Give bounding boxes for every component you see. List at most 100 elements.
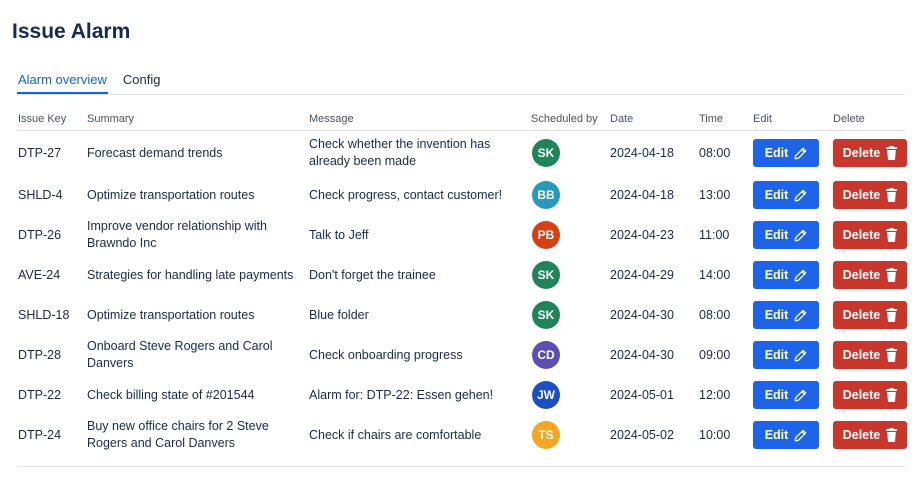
issue-key-cell[interactable]: DTP-27 [17, 131, 86, 176]
edit-button[interactable]: Edit [753, 139, 819, 167]
date-cell: 2024-05-01 [610, 387, 674, 402]
time-cell: 12:00 [699, 387, 731, 402]
edit-cell: Edit [752, 131, 832, 176]
table-bottom-divider [17, 466, 905, 467]
message-cell: Check whether the invention has already … [309, 137, 491, 168]
tab-bar: Alarm overview Config [17, 70, 905, 95]
alarm-table: Issue Key Summary Message Scheduled by D… [17, 108, 907, 455]
table-header-row: Issue Key Summary Message Scheduled by D… [17, 108, 905, 131]
avatar[interactable]: SK [532, 139, 560, 167]
header-edit: Edit [752, 108, 832, 131]
header-scheduled-by[interactable]: Scheduled by [530, 108, 609, 131]
delete-button[interactable]: Delete [833, 221, 907, 249]
edit-cell: Edit [752, 295, 832, 335]
pencil-icon [794, 389, 807, 401]
edit-button-label: Edit [764, 348, 789, 362]
issue-key-cell[interactable]: DTP-28 [17, 335, 86, 375]
delete-cell: Delete [832, 375, 907, 415]
trash-icon [886, 228, 898, 242]
delete-button-label: Delete [842, 348, 881, 362]
message-cell: Check onboarding progress [309, 347, 463, 362]
delete-button-label: Delete [842, 268, 881, 282]
page-title: Issue Alarm [12, 20, 131, 43]
delete-button[interactable]: Delete [833, 381, 907, 409]
delete-cell: Delete [832, 295, 907, 335]
table-row: DTP-28 Onboard Steve Rogers and Carol Da… [17, 335, 907, 375]
delete-button-label: Delete [842, 428, 881, 442]
edit-button[interactable]: Edit [753, 381, 819, 409]
header-time[interactable]: Time [698, 108, 752, 131]
header-message[interactable]: Message [308, 108, 530, 131]
avatar[interactable]: TS [532, 421, 560, 449]
summary-cell: Optimize transportation routes [87, 307, 255, 322]
scheduled-by-cell: BB [530, 175, 609, 215]
delete-cell: Delete [832, 175, 907, 215]
header-issue-key[interactable]: Issue Key [17, 108, 86, 131]
delete-button-label: Delete [842, 146, 881, 160]
delete-cell: Delete [832, 415, 907, 455]
issue-key-cell[interactable]: SHLD-4 [17, 175, 86, 215]
summary-cell: Improve vendor relationship with Brawndo… [87, 219, 267, 250]
edit-button[interactable]: Edit [753, 421, 819, 449]
pencil-icon [794, 269, 807, 281]
avatar[interactable]: SK [532, 261, 560, 289]
edit-button[interactable]: Edit [753, 341, 819, 369]
edit-button[interactable]: Edit [753, 301, 819, 329]
edit-button-label: Edit [764, 428, 789, 442]
table-row: SHLD-18 Optimize transportation routes B… [17, 295, 907, 335]
table-row: AVE-24 Strategies for handling late paym… [17, 255, 907, 295]
header-delete: Delete [832, 108, 905, 131]
time-cell: 11:00 [699, 227, 730, 242]
delete-button-label: Delete [842, 308, 881, 322]
edit-cell: Edit [752, 175, 832, 215]
date-cell: 2024-05-02 [610, 427, 674, 442]
edit-cell: Edit [752, 375, 832, 415]
scheduled-by-cell: SK [530, 255, 609, 295]
delete-button[interactable]: Delete [833, 341, 907, 369]
issue-key-cell[interactable]: AVE-24 [17, 255, 86, 295]
message-cell: Check progress, contact customer! [309, 187, 503, 202]
delete-button-label: Delete [842, 228, 881, 242]
delete-button[interactable]: Delete [833, 139, 907, 167]
edit-button[interactable]: Edit [753, 181, 819, 209]
time-cell: 08:00 [699, 145, 731, 160]
time-cell: 13:00 [699, 187, 731, 202]
header-summary[interactable]: Summary [86, 108, 308, 131]
time-cell: 08:00 [699, 307, 731, 322]
avatar[interactable]: PB [532, 221, 560, 249]
delete-cell: Delete [832, 335, 907, 375]
date-cell: 2024-04-23 [610, 227, 674, 242]
issue-key-cell[interactable]: DTP-22 [17, 375, 86, 415]
tab-alarm-overview[interactable]: Alarm overview [17, 70, 108, 94]
issue-key-cell[interactable]: DTP-24 [17, 415, 86, 455]
edit-cell: Edit [752, 215, 832, 255]
delete-button[interactable]: Delete [833, 301, 907, 329]
delete-button-label: Delete [842, 188, 881, 202]
edit-button[interactable]: Edit [753, 221, 819, 249]
edit-button-label: Edit [764, 388, 789, 402]
tab-config[interactable]: Config [122, 70, 162, 91]
time-cell: 09:00 [699, 347, 731, 362]
avatar[interactable]: BB [532, 181, 560, 209]
delete-button[interactable]: Delete [833, 421, 907, 449]
delete-button[interactable]: Delete [833, 181, 907, 209]
header-date[interactable]: Date [609, 108, 698, 131]
avatar[interactable]: SK [532, 301, 560, 329]
avatar[interactable]: CD [532, 341, 560, 369]
trash-icon [886, 428, 898, 442]
edit-button-label: Edit [764, 146, 789, 160]
avatar[interactable]: JW [532, 381, 560, 409]
pencil-icon [794, 309, 807, 321]
date-cell: 2024-04-30 [610, 307, 674, 322]
issue-alarm-page: Issue Alarm Alarm overview Config Issue … [0, 0, 920, 481]
message-cell: Check if chairs are comfortable [309, 427, 482, 442]
summary-cell: Buy new office chairs for 2 Steve Rogers… [87, 419, 269, 450]
issue-key-cell[interactable]: DTP-26 [17, 215, 86, 255]
table-row: DTP-26 Improve vendor relationship with … [17, 215, 907, 255]
date-cell: 2024-04-18 [610, 187, 674, 202]
summary-cell: Optimize transportation routes [87, 187, 255, 202]
issue-key-cell[interactable]: SHLD-18 [17, 295, 86, 335]
delete-cell: Delete [832, 255, 907, 295]
delete-button[interactable]: Delete [833, 261, 907, 289]
edit-button[interactable]: Edit [753, 261, 819, 289]
